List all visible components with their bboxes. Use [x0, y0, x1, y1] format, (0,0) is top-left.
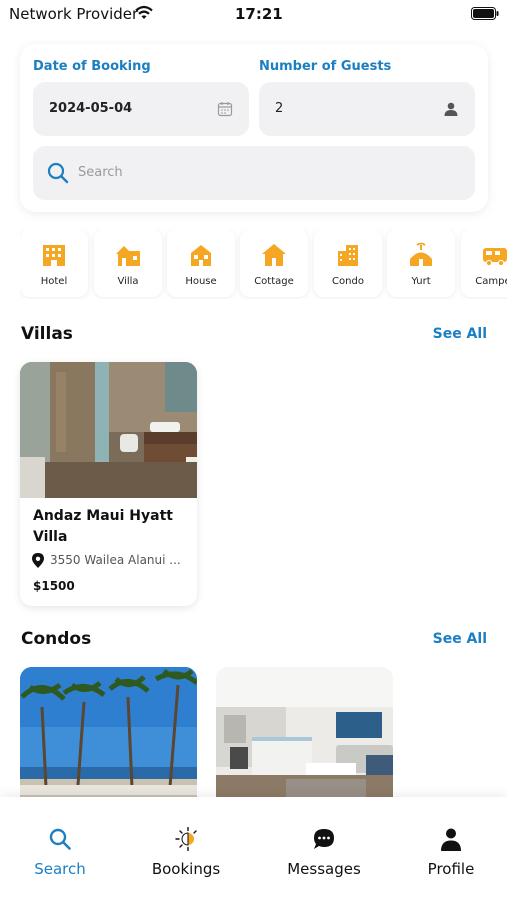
tab-label: Search — [34, 860, 86, 878]
person-icon — [441, 828, 461, 851]
guests-value: 2 — [275, 101, 284, 116]
house-icon — [191, 245, 211, 266]
villa-icon — [116, 246, 140, 266]
villa-name: Andaz Maui Hyatt Villa — [33, 508, 173, 545]
chat-icon — [314, 829, 334, 849]
tab-search[interactable]: Search — [5, 797, 115, 897]
status-time: 17:21 — [235, 5, 283, 23]
condo-photo-interior — [216, 667, 393, 807]
carrier-name: Network Provider — [9, 5, 139, 23]
villas-section-title: Villas — [21, 324, 73, 344]
villas-see-all-link[interactable]: See All — [433, 326, 487, 342]
condos-section-title: Condos — [21, 629, 92, 649]
booking-search-card: Date of Booking 2024-05-04 Number of Gue… — [20, 44, 488, 212]
date-value: 2024-05-04 — [49, 101, 133, 116]
search-input[interactable]: Search — [33, 146, 475, 200]
tab-bookings[interactable]: Bookings — [131, 797, 241, 897]
condos-see-all-link[interactable]: See All — [433, 631, 487, 647]
bottom-tab-bar: Search Bookings Messages Profile — [0, 797, 507, 900]
tab-label: Bookings — [151, 860, 221, 878]
date-of-booking-label: Date of Booking — [33, 59, 151, 74]
hotel-icon — [43, 245, 65, 266]
condo-card-1[interactable] — [20, 667, 197, 807]
category-villa[interactable]: Villa — [94, 229, 162, 297]
category-condo[interactable]: Condo — [314, 229, 382, 297]
cottage-icon — [262, 244, 286, 266]
search-icon — [49, 828, 71, 850]
calendar-icon — [217, 102, 233, 117]
category-label: Condo — [332, 276, 364, 287]
person-icon — [444, 102, 458, 116]
tab-profile[interactable]: Profile — [396, 797, 506, 897]
battery-icon — [471, 7, 499, 20]
villa-card[interactable]: Andaz Maui Hyatt Villa 3550 Wailea Alanu… — [20, 362, 197, 606]
number-of-guests-field[interactable]: 2 — [259, 82, 475, 136]
tab-messages[interactable]: Messages — [269, 797, 379, 897]
category-strip[interactable]: Hotel Villa House Cottage Condo Yurt Cam… — [20, 229, 507, 299]
category-label: Cottage — [254, 276, 294, 287]
category-hotel[interactable]: Hotel — [20, 229, 88, 297]
category-label: House — [185, 276, 217, 287]
status-bar: Network Provider 17:21 — [0, 0, 507, 28]
date-of-booking-field[interactable]: 2024-05-04 — [33, 82, 249, 136]
tab-label: Messages — [287, 860, 361, 878]
camper-icon — [483, 248, 507, 267]
category-label: Hotel — [40, 276, 68, 287]
category-label: Villa — [117, 276, 139, 287]
yurt-icon — [410, 242, 432, 266]
category-camper[interactable]: Camper — [461, 229, 507, 297]
condo-photo-palms — [20, 667, 197, 807]
villa-photo — [20, 362, 197, 498]
sun-icon — [175, 827, 197, 851]
category-house[interactable]: House — [167, 229, 235, 297]
category-label: Camper — [475, 276, 507, 287]
search-icon — [47, 162, 69, 184]
condo-icon — [338, 245, 358, 266]
category-cottage[interactable]: Cottage — [240, 229, 308, 297]
category-yurt[interactable]: Yurt — [387, 229, 455, 297]
wifi-icon — [135, 5, 153, 19]
category-label: Yurt — [411, 276, 431, 287]
villa-price: $1500 — [33, 579, 75, 593]
number-of-guests-label: Number of Guests — [259, 59, 392, 74]
tab-label: Profile — [427, 860, 475, 878]
search-placeholder: Search — [78, 165, 123, 180]
villa-address: 3550 Wailea Alanui ... — [50, 553, 181, 567]
location-pin-icon — [32, 553, 44, 568]
condo-card-2[interactable] — [216, 667, 393, 807]
